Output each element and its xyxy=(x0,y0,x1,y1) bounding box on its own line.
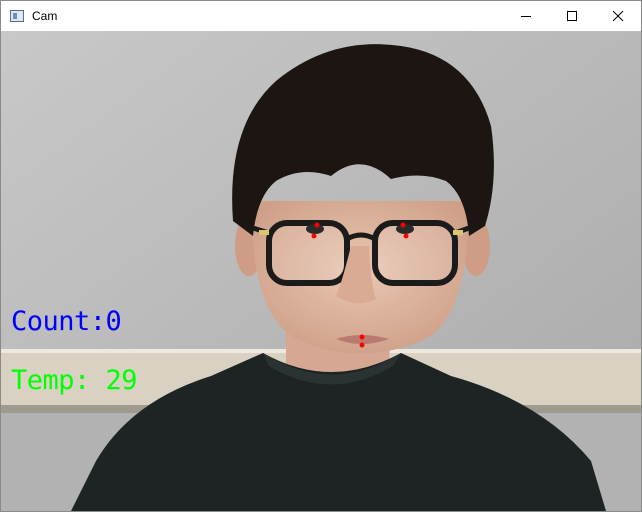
landmark-point xyxy=(359,334,365,340)
app-window-icon xyxy=(10,10,24,22)
landmark-point xyxy=(400,222,406,228)
landmark-point xyxy=(403,233,409,239)
camera-feed: Count:0 Temp: 29 xyxy=(1,31,641,511)
landmark-point xyxy=(311,233,317,239)
count-label: Count:0 xyxy=(11,306,122,337)
minimize-button[interactable] xyxy=(503,1,549,31)
title-bar[interactable]: Cam xyxy=(1,1,641,31)
maximize-button[interactable] xyxy=(549,1,595,31)
camera-frame xyxy=(1,31,641,511)
window-title: Cam xyxy=(32,9,58,23)
cam-window: Cam Count:0 Temp: 29 xyxy=(0,0,642,512)
window-controls xyxy=(503,1,641,31)
close-icon xyxy=(612,10,624,22)
landmark-point xyxy=(359,342,365,348)
temp-label: Temp: 29 xyxy=(11,365,138,396)
minimize-icon xyxy=(521,16,531,17)
landmark-point xyxy=(314,222,320,228)
close-button[interactable] xyxy=(595,1,641,31)
maximize-icon xyxy=(567,11,577,21)
